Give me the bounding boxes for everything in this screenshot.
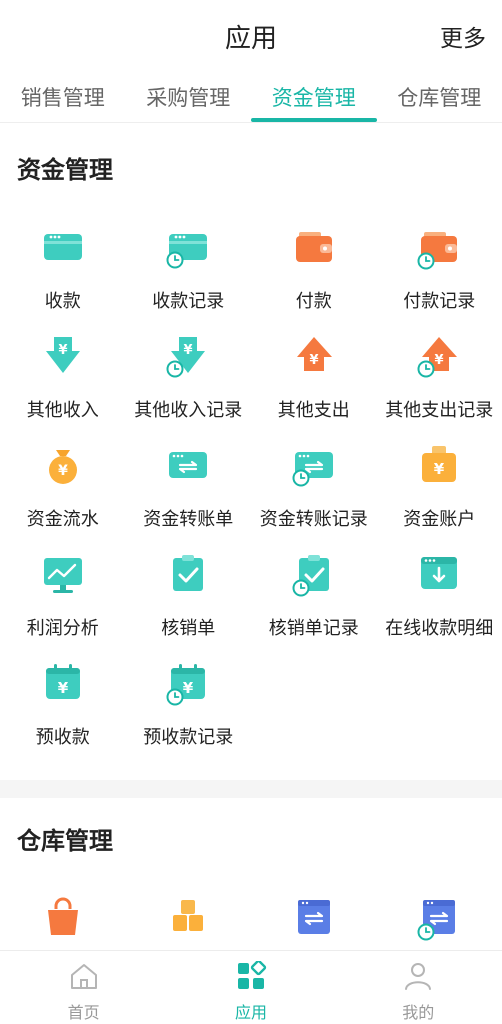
app-item[interactable]: ¥ 其他支出: [251, 331, 377, 440]
arrow-up-yen-record-icon: ¥: [415, 331, 463, 379]
nav-item-apps[interactable]: 应用: [167, 951, 334, 1024]
svg-text:¥: ¥: [309, 353, 318, 368]
calendar-yen-icon: ¥: [39, 658, 87, 706]
app-item[interactable]: 付款: [251, 222, 377, 331]
arrow-up-yen-icon: ¥: [290, 331, 338, 379]
app-item-label: 其他收入: [26, 400, 99, 421]
app-item-label: 付款记录: [403, 291, 476, 312]
funds-grid: 收款 收款记录 付款 付款记录 ¥ 其他收入 ¥ 其他收入记录 ¥ 其他支出 ¥ 其他支出记录 ¥ 资金流…: [0, 222, 502, 767]
arrow-down-yen-record-icon: ¥: [164, 331, 212, 379]
app-item-label: 资金账户: [403, 509, 476, 530]
nav-item-home[interactable]: 首页: [0, 951, 167, 1024]
browser-download-icon: [415, 549, 463, 597]
app-item-label: 核销单: [161, 618, 216, 639]
calendar-yen-record-icon: ¥: [164, 658, 212, 706]
svg-text:¥: ¥: [58, 463, 68, 479]
app-item[interactable]: 资金转账单: [126, 440, 252, 549]
tab-purchase[interactable]: 采购管理: [126, 70, 252, 122]
transfer-card-record-icon: [290, 440, 338, 488]
user-icon: [402, 961, 434, 995]
app-item[interactable]: 收款记录: [126, 222, 252, 331]
svg-text:¥: ¥: [58, 343, 67, 358]
app-item-label: 其他支出记录: [385, 400, 494, 421]
app-item[interactable]: ¥ 预收款: [0, 658, 126, 767]
home-icon: [68, 961, 100, 995]
app-item[interactable]: 资金转账记录: [251, 440, 377, 549]
monitor-chart-icon: [39, 549, 87, 597]
card-icon: [39, 222, 87, 270]
app-item-label: 其他收入记录: [134, 400, 243, 421]
app-item[interactable]: ¥ 资金流水: [0, 440, 126, 549]
app-item[interactable]: ¥ 预收款记录: [126, 658, 252, 767]
app-item[interactable]: 核销单记录: [251, 549, 377, 658]
clipboard-check-record-icon: [290, 549, 338, 597]
transfer-doc-icon: [290, 893, 338, 941]
svg-text:¥: ¥: [183, 679, 194, 697]
card-record-icon: [164, 222, 212, 270]
apps-icon: [235, 959, 267, 995]
app-item[interactable]: 核销单: [126, 549, 252, 658]
page-title: 应用: [224, 24, 277, 54]
app-item-label: 在线收款明细: [385, 618, 494, 639]
section-title-funds: 资金管理: [17, 156, 113, 184]
app-item-label: 付款: [295, 291, 332, 312]
app-item[interactable]: ¥ 其他收入记录: [126, 331, 252, 440]
svg-text:¥: ¥: [434, 460, 445, 478]
money-bag-icon: ¥: [39, 440, 87, 488]
bottom-nav: 首页 应用 我的: [0, 950, 502, 1024]
wallet-icon: [290, 222, 338, 270]
app-item[interactable]: 在线收款明细: [377, 549, 502, 658]
arrow-down-yen-icon: ¥: [39, 331, 87, 379]
svg-text:¥: ¥: [184, 343, 193, 358]
tab-sales[interactable]: 销售管理: [0, 70, 126, 122]
more-button[interactable]: 更多: [440, 19, 486, 53]
nav-label: 应用: [234, 1003, 267, 1022]
clipboard-check-icon: [164, 549, 212, 597]
app-item-label: 预收款记录: [143, 727, 234, 748]
nav-item-mine[interactable]: 我的: [335, 951, 502, 1024]
tabs-divider: [0, 122, 502, 123]
app-item-label: 资金流水: [26, 509, 99, 530]
app-item[interactable]: ¥ 其他收入: [0, 331, 126, 440]
tab-warehouse[interactable]: 仓库管理: [377, 70, 502, 122]
app-item-label: 其他支出: [277, 400, 350, 421]
transfer-doc-record-icon: [415, 893, 463, 941]
app-item[interactable]: ¥ 其他支出记录: [377, 331, 502, 440]
shopping-bag-icon: [39, 893, 87, 941]
app-item-label: 利润分析: [26, 618, 99, 639]
app-item[interactable]: 收款: [0, 222, 126, 331]
app-item-label: 核销单记录: [268, 618, 359, 639]
transfer-card-icon: [164, 440, 212, 488]
app-item-label: 收款: [44, 291, 81, 312]
wallet-record-icon: [415, 222, 463, 270]
svg-text:¥: ¥: [58, 679, 69, 697]
tab-funds[interactable]: 资金管理: [251, 70, 377, 122]
app-item-label: 收款记录: [152, 291, 225, 312]
nav-label: 我的: [402, 1003, 435, 1022]
app-item-label: 资金转账记录: [259, 509, 368, 530]
section-title-warehouse: 仓库管理: [17, 827, 113, 855]
category-tabs: 销售管理 采购管理 资金管理 仓库管理: [0, 70, 502, 122]
section-divider: [0, 780, 502, 798]
app-item-label: 资金转账单: [143, 509, 234, 530]
app-item[interactable]: 利润分析: [0, 549, 126, 658]
app-item[interactable]: ¥ 资金账户: [377, 440, 502, 549]
account-bag-icon: ¥: [415, 440, 463, 488]
app-header: 应用 更多: [0, 0, 502, 70]
svg-text:¥: ¥: [435, 353, 444, 368]
boxes-icon: [164, 893, 212, 941]
app-item-label: 预收款: [35, 727, 90, 748]
nav-label: 首页: [67, 1003, 100, 1022]
app-item[interactable]: 付款记录: [377, 222, 502, 331]
